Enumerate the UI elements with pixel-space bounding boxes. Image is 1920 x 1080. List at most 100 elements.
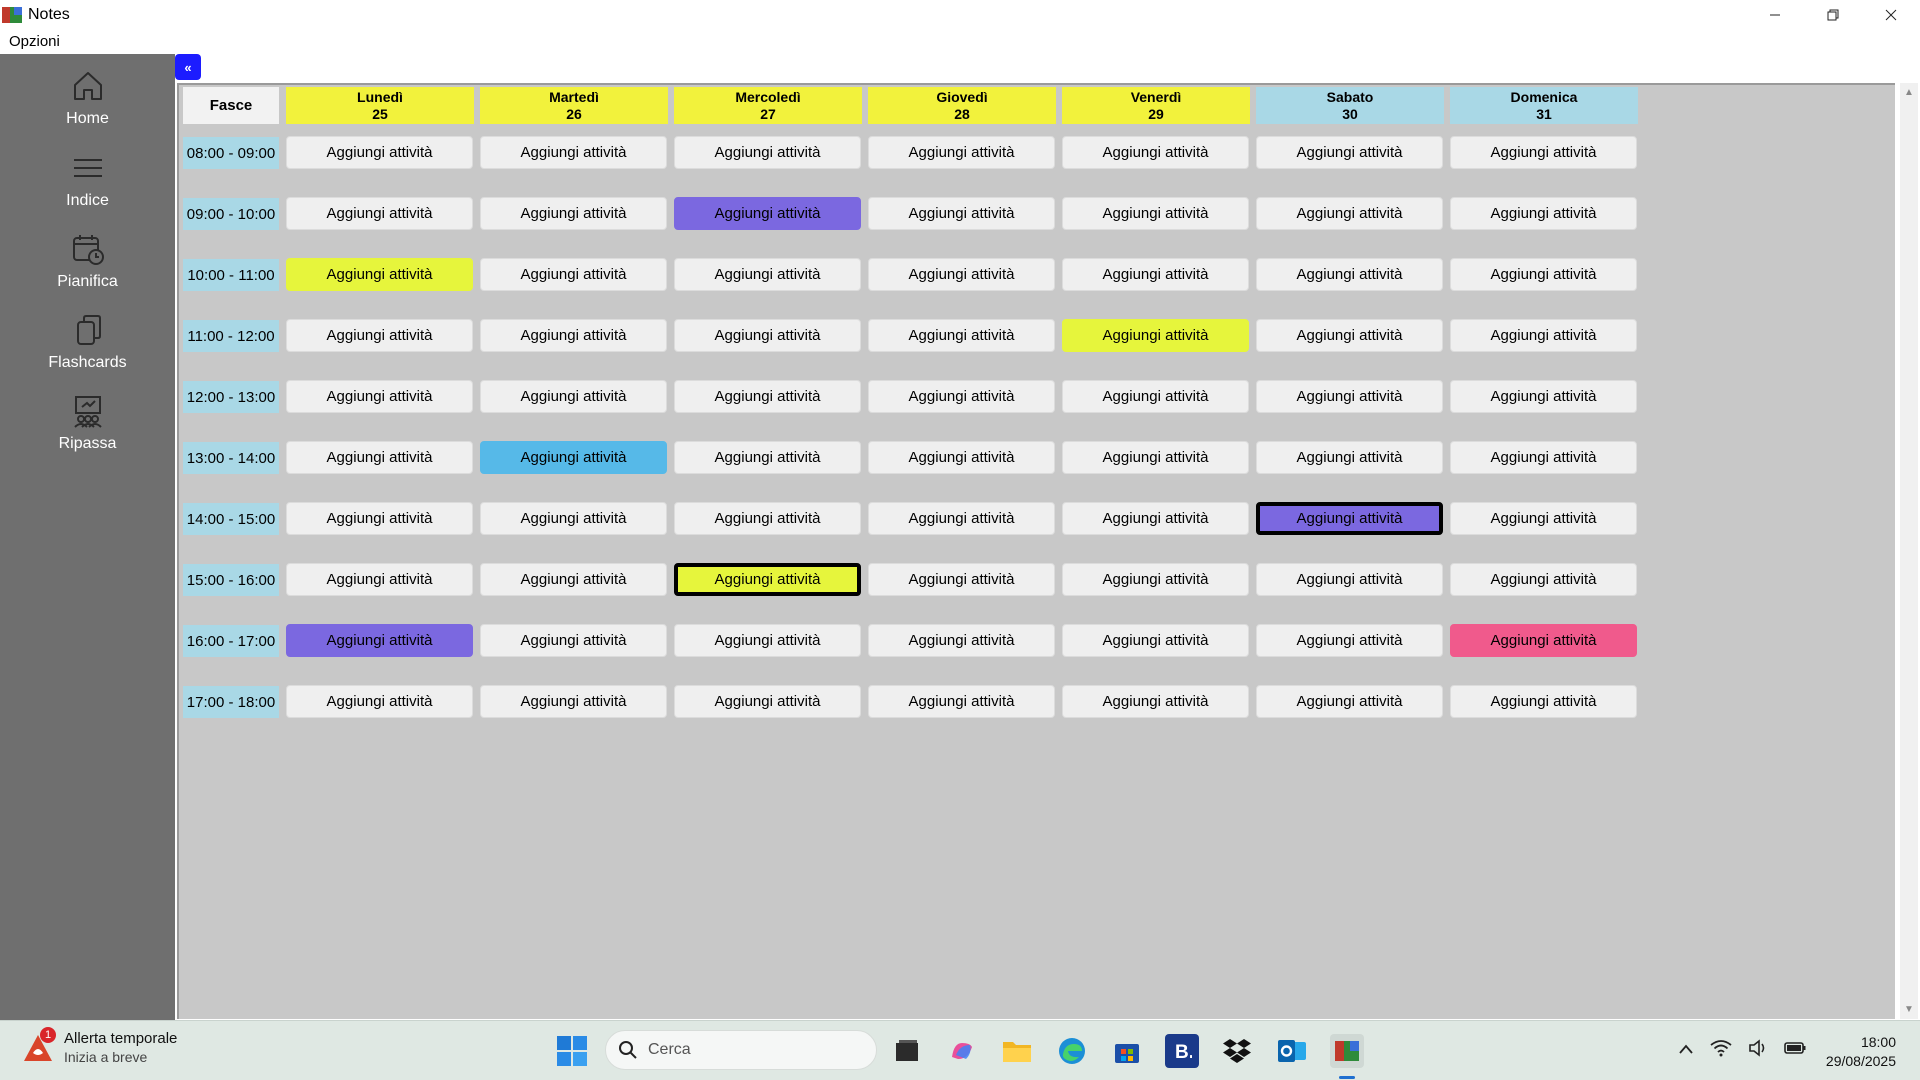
sidebar-item-home[interactable]: Home [0, 60, 175, 138]
volume-icon[interactable] [1748, 1039, 1768, 1061]
add-activity-button[interactable]: Aggiungi attività [1256, 380, 1443, 413]
add-activity-button[interactable]: Aggiungi attività [1450, 441, 1637, 474]
add-activity-button[interactable]: Aggiungi attività [674, 319, 861, 352]
add-activity-button[interactable]: Aggiungi attività [1450, 380, 1637, 413]
taskbar-search[interactable]: Cerca [605, 1030, 877, 1070]
add-activity-button[interactable]: Aggiungi attività [1062, 685, 1249, 718]
add-activity-button[interactable]: Aggiungi attività [674, 441, 861, 474]
chevron-up-icon[interactable] [1678, 1042, 1694, 1059]
wifi-icon[interactable] [1710, 1039, 1732, 1061]
add-activity-button[interactable]: Aggiungi attività [1450, 685, 1637, 718]
minimize-button[interactable] [1746, 0, 1804, 29]
add-activity-button[interactable]: Aggiungi attività [286, 441, 473, 474]
add-activity-button[interactable]: Aggiungi attività [674, 685, 861, 718]
add-activity-button[interactable]: Aggiungi attività [480, 380, 667, 413]
add-activity-button[interactable]: Aggiungi attività [480, 319, 667, 352]
sidebar-item-indice[interactable]: Indice [0, 142, 175, 220]
taskbar-clock[interactable]: 18:00 29/08/2025 [1826, 1033, 1896, 1071]
copilot-icon[interactable] [945, 1034, 979, 1068]
add-activity-button[interactable]: Aggiungi attività [286, 319, 473, 352]
add-activity-button[interactable]: Aggiungi attività [480, 136, 667, 169]
menu-options[interactable]: Opzioni [9, 33, 60, 50]
add-activity-button[interactable]: Aggiungi attività [480, 258, 667, 291]
add-activity-button[interactable]: Aggiungi attività [1256, 197, 1443, 230]
add-activity-button[interactable]: Aggiungi attività [1062, 563, 1249, 596]
sidebar-item-flashcards[interactable]: Flashcards [0, 304, 175, 382]
add-activity-button[interactable]: Aggiungi attività [1256, 685, 1443, 718]
add-activity-button[interactable]: Aggiungi attività [1450, 258, 1637, 291]
battery-icon[interactable] [1784, 1041, 1806, 1059]
add-activity-button[interactable]: Aggiungi attività [1062, 197, 1249, 230]
add-activity-button[interactable]: Aggiungi attività [480, 197, 667, 230]
add-activity-button[interactable]: Aggiungi attività [868, 502, 1055, 535]
booking-icon[interactable]: B. [1165, 1034, 1199, 1068]
add-activity-button[interactable]: Aggiungi attività [674, 502, 861, 535]
collapse-sidebar-button[interactable]: « [175, 54, 201, 80]
add-activity-button[interactable]: Aggiungi attività [674, 197, 861, 230]
add-activity-button[interactable]: Aggiungi attività [1450, 624, 1637, 657]
add-activity-button[interactable]: Aggiungi attività [1450, 197, 1637, 230]
add-activity-button[interactable]: Aggiungi attività [674, 563, 861, 596]
add-activity-button[interactable]: Aggiungi attività [1256, 563, 1443, 596]
notes-app-taskbar-icon[interactable] [1330, 1034, 1364, 1068]
scroll-up-icon[interactable]: ▲ [1904, 87, 1914, 98]
add-activity-button[interactable]: Aggiungi attività [868, 441, 1055, 474]
add-activity-button[interactable]: Aggiungi attività [1256, 624, 1443, 657]
add-activity-button[interactable]: Aggiungi attività [1256, 258, 1443, 291]
add-activity-button[interactable]: Aggiungi attività [1450, 136, 1637, 169]
add-activity-button[interactable]: Aggiungi attività [480, 441, 667, 474]
add-activity-button[interactable]: Aggiungi attività [1450, 502, 1637, 535]
add-activity-button[interactable]: Aggiungi attività [480, 563, 667, 596]
add-activity-button[interactable]: Aggiungi attività [1062, 380, 1249, 413]
add-activity-button[interactable]: Aggiungi attività [1256, 136, 1443, 169]
add-activity-button[interactable]: Aggiungi attività [1062, 502, 1249, 535]
add-activity-button[interactable]: Aggiungi attività [674, 624, 861, 657]
add-activity-button[interactable]: Aggiungi attività [868, 624, 1055, 657]
add-activity-button[interactable]: Aggiungi attività [1450, 319, 1637, 352]
add-activity-button[interactable]: Aggiungi attività [1062, 624, 1249, 657]
task-view-icon[interactable] [890, 1034, 924, 1068]
add-activity-button[interactable]: Aggiungi attività [674, 380, 861, 413]
vertical-scrollbar[interactable]: ▲ ▼ [1900, 83, 1918, 1019]
file-explorer-icon[interactable] [1000, 1034, 1034, 1068]
sidebar-item-ripassa[interactable]: Ripassa [0, 385, 175, 463]
add-activity-button[interactable]: Aggiungi attività [480, 502, 667, 535]
add-activity-button[interactable]: Aggiungi attività [868, 258, 1055, 291]
scroll-down-icon[interactable]: ▼ [1904, 1004, 1914, 1015]
add-activity-button[interactable]: Aggiungi attività [286, 624, 473, 657]
start-button[interactable] [556, 1035, 588, 1067]
add-activity-button[interactable]: Aggiungi attività [286, 136, 473, 169]
add-activity-button[interactable]: Aggiungi attività [868, 380, 1055, 413]
add-activity-button[interactable]: Aggiungi attività [1062, 319, 1249, 352]
add-activity-button[interactable]: Aggiungi attività [1062, 441, 1249, 474]
add-activity-button[interactable]: Aggiungi attività [868, 319, 1055, 352]
add-activity-button[interactable]: Aggiungi attività [286, 563, 473, 596]
restore-button[interactable] [1804, 0, 1862, 29]
add-activity-button[interactable]: Aggiungi attività [1256, 441, 1443, 474]
add-activity-button[interactable]: Aggiungi attività [286, 380, 473, 413]
edge-icon[interactable] [1055, 1034, 1089, 1068]
add-activity-button[interactable]: Aggiungi attività [286, 258, 473, 291]
close-button[interactable] [1862, 0, 1920, 29]
add-activity-button[interactable]: Aggiungi attività [1062, 258, 1249, 291]
add-activity-button[interactable]: Aggiungi attività [674, 258, 861, 291]
add-activity-button[interactable]: Aggiungi attività [480, 685, 667, 718]
add-activity-button[interactable]: Aggiungi attività [868, 197, 1055, 230]
add-activity-button[interactable]: Aggiungi attività [868, 136, 1055, 169]
add-activity-button[interactable]: Aggiungi attività [868, 685, 1055, 718]
add-activity-button[interactable]: Aggiungi attività [286, 502, 473, 535]
sidebar-item-pianifica[interactable]: Pianifica [0, 223, 175, 301]
add-activity-button[interactable]: Aggiungi attività [1256, 319, 1443, 352]
add-activity-button[interactable]: Aggiungi attività [286, 685, 473, 718]
store-icon[interactable] [1110, 1034, 1144, 1068]
add-activity-button[interactable]: Aggiungi attività [286, 197, 473, 230]
outlook-icon[interactable] [1275, 1034, 1309, 1068]
add-activity-button[interactable]: Aggiungi attività [868, 563, 1055, 596]
add-activity-button[interactable]: Aggiungi attività [1256, 502, 1443, 535]
add-activity-button[interactable]: Aggiungi attività [1062, 136, 1249, 169]
add-activity-button[interactable]: Aggiungi attività [674, 136, 861, 169]
weather-widget[interactable]: 1 Allerta temporale Inizia a breve [20, 1027, 177, 1065]
add-activity-button[interactable]: Aggiungi attività [1450, 563, 1637, 596]
dropbox-icon[interactable] [1220, 1034, 1254, 1068]
add-activity-button[interactable]: Aggiungi attività [480, 624, 667, 657]
